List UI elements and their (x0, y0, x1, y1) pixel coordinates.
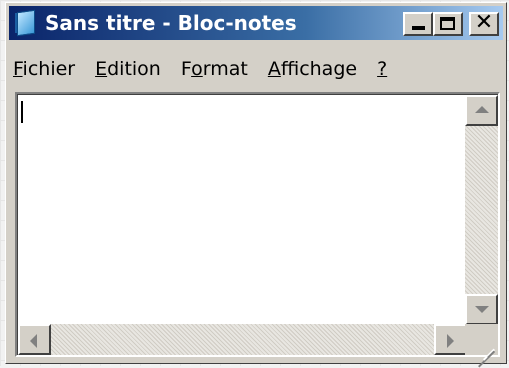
horizontal-scrollbar[interactable] (18, 324, 467, 355)
minimize-button[interactable] (403, 12, 433, 36)
menu-label-pre: F (180, 58, 192, 80)
text-caret (21, 101, 23, 123)
notepad-window: Sans titre - Bloc-notes ✕ Fichier Editio… (5, 2, 507, 368)
editor-inner (17, 94, 498, 368)
maximize-icon (440, 17, 455, 30)
scroll-left-button[interactable] (18, 324, 51, 355)
minimize-icon (412, 26, 425, 30)
window-title: Sans titre - Bloc-notes (45, 11, 297, 35)
title-buttons: ✕ (403, 12, 499, 36)
menu-mnemonic: ? (377, 58, 388, 80)
notepad-icon[interactable] (15, 9, 37, 37)
text-editor[interactable] (18, 95, 467, 325)
grip-line (487, 350, 495, 359)
close-icon: ✕ (474, 10, 494, 35)
arrow-up-icon (475, 106, 489, 113)
vertical-scrollbar[interactable] (465, 95, 498, 325)
menu-format[interactable]: Format (177, 58, 255, 80)
menu-mnemonic: A (267, 58, 281, 80)
menu-label: ichier (22, 58, 76, 80)
arrow-right-icon (447, 334, 454, 348)
menu-mnemonic: E (95, 58, 108, 80)
menu-label: ffichage (280, 58, 358, 80)
menu-mnemonic: o (191, 58, 203, 80)
resize-grip[interactable] (465, 324, 498, 368)
menu-label: dition (107, 58, 161, 80)
title-bar[interactable]: Sans titre - Bloc-notes ✕ (9, 6, 503, 40)
editor-frame (15, 92, 500, 368)
menu-mnemonic: F (13, 58, 23, 80)
arrow-left-icon (30, 334, 37, 348)
menu-fichier[interactable]: Fichier (9, 58, 82, 80)
maximize-button[interactable] (433, 12, 463, 36)
scroll-right-button[interactable] (434, 324, 467, 355)
scroll-down-button[interactable] (465, 294, 498, 325)
menu-label: rmat (202, 58, 248, 80)
close-button[interactable]: ✕ (469, 12, 499, 36)
scroll-up-button[interactable] (465, 95, 498, 126)
menu-affichage[interactable]: Affichage (264, 58, 364, 80)
menu-bar: Fichier Edition Format Affichage ? (9, 55, 503, 83)
arrow-down-icon (475, 306, 489, 313)
menu-edition[interactable]: Edition (91, 58, 168, 80)
menu-help[interactable]: ? (373, 58, 394, 80)
